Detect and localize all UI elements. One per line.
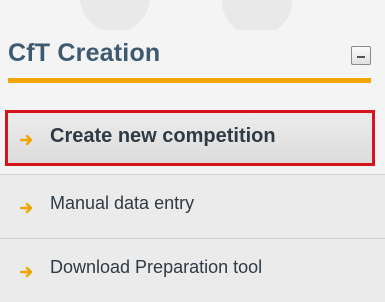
minus-icon — [357, 56, 365, 58]
menu-item-label: Create new competition — [50, 125, 276, 147]
panel-header: CfT Creation — [8, 35, 371, 77]
menu-item-create-new-competition[interactable]: Create new competition — [0, 110, 385, 166]
menu-item-label: Manual data entry — [50, 193, 195, 213]
arrow-right-icon — [20, 266, 33, 278]
cft-creation-panel: CfT Creation Create new competition Manu… — [0, 0, 385, 302]
header-accent-rule — [8, 78, 371, 83]
panel-title: CfT Creation — [8, 39, 161, 67]
arrow-right-icon — [20, 134, 33, 146]
collapse-button[interactable] — [351, 46, 371, 65]
menu-item-label: Download Preparation tool — [50, 257, 263, 277]
arrow-right-icon — [20, 202, 33, 214]
menu-item-manual-data-entry[interactable]: Manual data entry — [0, 174, 385, 238]
menu-item-download-preparation-tool[interactable]: Download Preparation tool — [0, 238, 385, 302]
